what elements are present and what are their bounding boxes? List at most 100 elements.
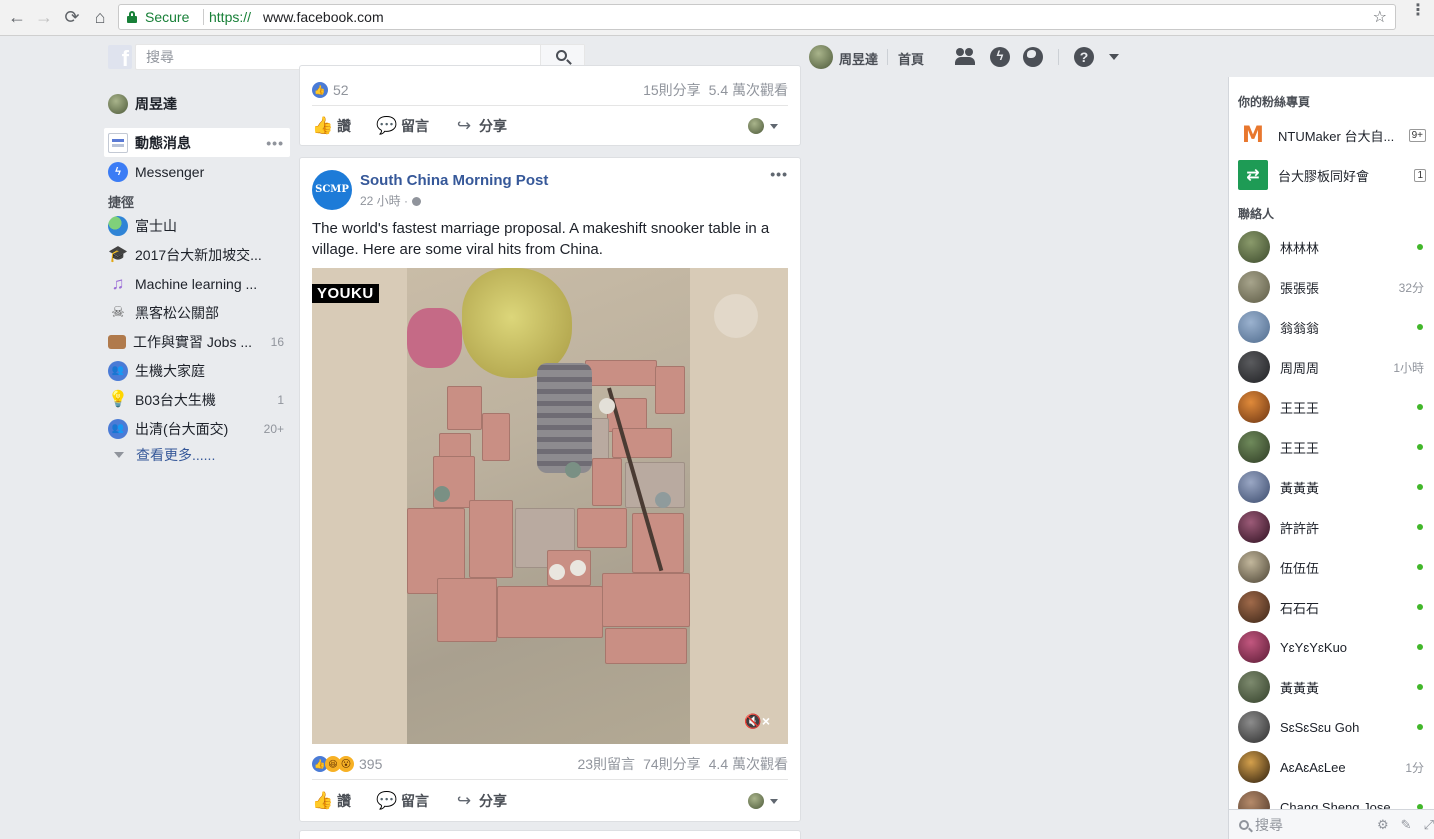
page-item-label: NTUMaker 台大自...: [1278, 128, 1395, 144]
like-label: 讚: [337, 118, 351, 134]
contact-item[interactable]: 周周周 1小時: [1238, 347, 1426, 387]
avatar: [1238, 351, 1270, 383]
contact-name: 伍伍伍: [1280, 560, 1320, 576]
shortcut-count: 20+: [263, 421, 284, 436]
shortcut-item[interactable]: ☠ 黑客松公關部: [104, 298, 290, 327]
view-count: 4.4 萬次觀看: [708, 756, 788, 772]
contact-item[interactable]: 林林林: [1238, 227, 1426, 267]
post-stats: 👍 😆 😮 395 23則留言 74則分享 4.4 萬次觀看: [312, 754, 788, 774]
post-timestamp[interactable]: 22 小時 ·: [360, 192, 422, 209]
contact-item[interactable]: 翁翁翁: [1238, 307, 1426, 347]
shortcut-item[interactable]: 👥 出清(台大面交) 20+: [104, 414, 290, 443]
help-icon[interactable]: ?: [1074, 47, 1094, 67]
avatar: [1238, 551, 1270, 583]
facebook-logo-icon[interactable]: f: [108, 45, 132, 69]
video-player[interactable]: YOUKU 🔇×: [312, 268, 788, 744]
shortcuts-heading: 捷徑: [108, 195, 135, 210]
settings-gear-icon[interactable]: ⚙: [1377, 817, 1389, 833]
avatar: [1238, 751, 1270, 783]
post-as-selector[interactable]: [748, 793, 778, 809]
contact-item[interactable]: 許許許: [1238, 507, 1426, 547]
like-button[interactable]: 👍 讚: [312, 791, 351, 811]
contact-item[interactable]: 王王王: [1238, 387, 1426, 427]
shortcut-item[interactable]: 🎓 2017台大新加坡交...: [104, 240, 290, 269]
notifications-globe-icon[interactable]: [1023, 47, 1043, 67]
online-status-icon: [1417, 724, 1423, 730]
contact-item[interactable]: SɛSɛSɛu Goh: [1238, 707, 1426, 747]
contact-item[interactable]: 黃黃黃: [1238, 667, 1426, 707]
profile-link[interactable]: 周昱達: [839, 49, 878, 68]
shortcut-item[interactable]: 👥 生機大家庭: [104, 356, 290, 385]
bookmark-star-icon[interactable]: ☆: [1373, 7, 1387, 27]
comment-button[interactable]: 💬 留言: [376, 791, 429, 811]
contact-item[interactable]: 張張張 32分: [1238, 267, 1426, 307]
account-menu-caret-icon[interactable]: [1109, 54, 1119, 60]
contact-item[interactable]: YɛYɛYɛKuo: [1238, 627, 1426, 667]
home-icon[interactable]: ⌂: [89, 6, 111, 28]
sidebar-item-messenger[interactable]: ϟ Messenger: [104, 157, 290, 186]
sidebar-item-profile[interactable]: 周昱達: [104, 88, 290, 120]
messenger-icon[interactable]: [990, 47, 1010, 67]
mute-icon[interactable]: 🔇×: [744, 713, 770, 730]
browser-menu-icon[interactable]: ⋮: [1410, 3, 1426, 19]
secure-label: Secure: [145, 9, 190, 25]
divider: [1058, 49, 1059, 65]
post-options-button[interactable]: •••: [770, 166, 788, 182]
online-status-icon: [1417, 564, 1423, 570]
comment-button[interactable]: 💬 留言: [376, 116, 429, 136]
page-item[interactable]: M NTUMaker 台大自... 9+: [1238, 119, 1426, 151]
share-count[interactable]: 15則分享: [643, 80, 701, 100]
post-as-selector[interactable]: [748, 118, 778, 134]
contact-name: AɛAɛAɛLee: [1280, 759, 1346, 775]
home-link[interactable]: 首頁: [898, 49, 924, 68]
reaction-count[interactable]: 52: [333, 82, 349, 98]
contact-name: 張張張: [1280, 280, 1320, 296]
forward-icon[interactable]: →: [33, 6, 55, 28]
avatar: [1238, 511, 1270, 543]
online-status-icon: [1417, 244, 1423, 250]
avatar[interactable]: [809, 45, 833, 69]
contact-item[interactable]: 伍伍伍: [1238, 547, 1426, 587]
contact-name: 林林林: [1280, 240, 1320, 256]
back-icon[interactable]: ←: [6, 6, 28, 28]
shortcut-item[interactable]: 富士山: [104, 211, 290, 240]
post-actions: 👍 讚 💬 留言 ↪ 分享: [312, 784, 788, 818]
shortcut-item[interactable]: 💡 B03台大生機 1: [104, 385, 290, 414]
page-avatar[interactable]: SCMP: [312, 170, 352, 210]
reaction-count[interactable]: 395: [359, 756, 382, 772]
avatar: [1238, 231, 1270, 263]
new-message-icon[interactable]: ✎: [1401, 817, 1412, 833]
contact-item[interactable]: 石石石: [1238, 587, 1426, 627]
video-frame: [407, 268, 690, 744]
page-item[interactable]: ⇄ 台大膠板同好會 1: [1238, 159, 1426, 191]
chat-search-input[interactable]: [1255, 816, 1365, 833]
like-button[interactable]: 👍 讚: [312, 116, 351, 136]
shortcut-item[interactable]: 工作與實習 Jobs ... 16: [104, 327, 290, 356]
see-more-link[interactable]: 查看更多......: [104, 443, 290, 467]
friend-requests-icon[interactable]: [955, 47, 977, 67]
share-button[interactable]: ↪ 分享: [454, 116, 507, 136]
share-count[interactable]: 74則分享: [643, 754, 701, 774]
shortcut-item[interactable]: ♫ Machine learning ...: [104, 269, 290, 298]
sidebar-item-news-feed[interactable]: 動態消息 •••: [104, 128, 290, 157]
comment-count[interactable]: 23則留言: [577, 754, 635, 774]
online-status-icon: [1417, 444, 1423, 450]
shortcut-count: 16: [270, 334, 284, 349]
reload-icon[interactable]: ⟳: [61, 6, 83, 28]
shortcut-label: 出清(台大面交): [135, 420, 229, 437]
address-bar[interactable]: Secure https:// www.facebook.com ☆: [118, 4, 1396, 30]
more-options-icon[interactable]: •••: [266, 135, 284, 151]
video-content: [462, 268, 572, 378]
browser-toolbar: ← → ⟳ ⌂ Secure https:// www.facebook.com…: [0, 0, 1434, 36]
shortcut-label: 工作與實習 Jobs ...: [133, 333, 253, 350]
chevron-down-icon: [114, 452, 124, 458]
contact-item[interactable]: AɛAɛAɛLee 1分: [1238, 747, 1426, 787]
view-count: 5.4 萬次觀看: [708, 82, 788, 98]
avatar: [748, 118, 764, 134]
expand-icon[interactable]: ⤢: [1424, 817, 1434, 833]
contact-item[interactable]: 黃黃黃: [1238, 467, 1426, 507]
page-name-link[interactable]: South China Morning Post: [360, 172, 548, 189]
share-button[interactable]: ↪ 分享: [454, 791, 507, 811]
contact-item[interactable]: 王王王: [1238, 427, 1426, 467]
divider: [312, 105, 788, 106]
